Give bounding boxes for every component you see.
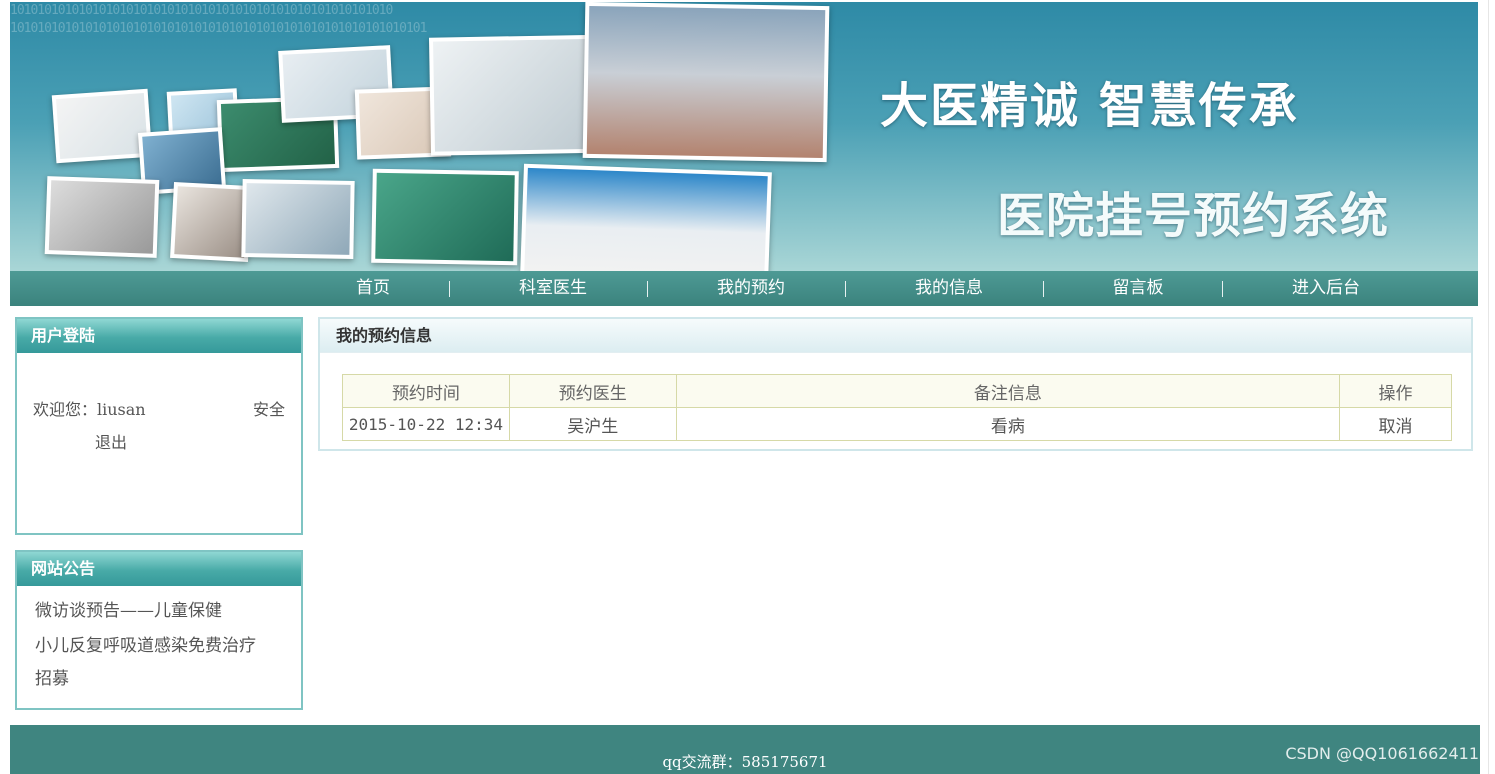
banner-photo-medical-staff [520,163,772,271]
main-nav: 首页 科室医生 我的预约 我的信息 留言板 进入后台 [10,271,1478,306]
nav-separator [845,281,846,297]
notice-item[interactable]: 小儿反复呼吸道感染免费治疗 [35,629,301,664]
logout-link-part1[interactable]: 安全 [253,393,285,426]
login-panel-body: 欢迎您：liusan 安全 退出 [17,353,301,459]
appointment-doctor: 吴沪生 [508,407,677,441]
logout-link-part2[interactable]: 退出 [95,433,127,452]
page-edge-line [1488,0,1489,774]
nav-message-board[interactable]: 留言板 [1090,271,1186,306]
banner-photo-hospital-building [582,2,830,163]
banner-photo-chart [51,88,153,164]
table-header-row: 预约时间 预约医生 备注信息 操作 [342,374,1452,408]
csdn-watermark: CSDN @QQ1061662411 [1285,744,1479,763]
notice-item[interactable]: 微访谈预告——儿童保健 [35,594,301,629]
nav-separator [449,281,450,297]
banner-slogan: 大医精诚 智慧传承 [880,78,1299,134]
nav-my-appointments[interactable]: 我的预约 [693,271,809,306]
nav-separator [1043,281,1044,297]
footer-qq-group: qq交流群：585175671 [662,753,828,771]
notice-panel-title: 网站公告 [17,552,301,586]
banner-photo-lab [44,176,160,258]
login-panel: 用户登陆 欢迎您：liusan 安全 退出 [15,317,303,535]
table-row: 2015-10-22 12:34 吴沪生 看病 取消 [342,407,1452,441]
notice-panel: 网站公告 微访谈预告——儿童保健 小儿反复呼吸道感染免费治疗 招募 [15,550,303,710]
nav-home[interactable]: 首页 [328,271,418,306]
nav-admin[interactable]: 进入后台 [1266,271,1386,306]
header-banner: 1010101010101010101010101010101010101010… [10,2,1478,271]
banner-photo-senior-doctor [170,182,252,262]
cancel-appointment-link[interactable]: 取消 [1339,407,1452,441]
notice-list: 微访谈预告——儿童保健 小儿反复呼吸道感染免费治疗 招募 [17,586,301,697]
column-header-doctor: 预约医生 [508,374,677,408]
appointment-note: 看病 [675,407,1341,441]
appointments-title: 我的预约信息 [320,319,1471,353]
nav-departments[interactable]: 科室医生 [495,271,611,306]
appointment-time: 2015-10-22 12:34 [342,407,510,441]
login-panel-title: 用户登陆 [17,319,301,353]
nav-my-info[interactable]: 我的信息 [891,271,1007,306]
banner-photo-doctors-team [241,179,355,259]
column-header-note: 备注信息 [675,374,1341,408]
column-header-action: 操作 [1339,374,1452,408]
footer: qq交流群：585175671 [10,725,1480,774]
banner-system-title: 医院挂号预约系统 [997,188,1390,244]
nav-separator [647,281,648,297]
welcome-text: 欢迎您：liusan [33,400,146,419]
appointments-panel: 我的预约信息 预约时间 预约医生 备注信息 操作 2015-10-22 12:3… [318,317,1473,451]
notice-item[interactable]: 招募 [35,662,301,697]
banner-photo-operation [371,168,519,266]
column-header-time: 预约时间 [342,374,510,408]
appointments-table: 预约时间 预约医生 备注信息 操作 2015-10-22 12:34 吴沪生 看… [342,374,1452,441]
nav-separator [1222,281,1223,297]
